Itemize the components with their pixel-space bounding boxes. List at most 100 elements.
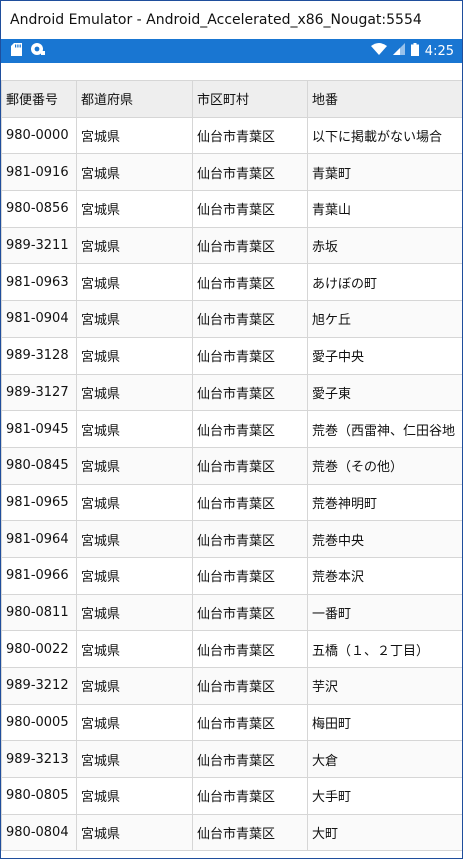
cell-city: 仙台市青葉区 [192,520,308,558]
window-titlebar[interactable]: Android Emulator - Android_Accelerated_x… [1,1,462,39]
cell-address: 愛子東 [307,373,462,412]
cell-address: 青葉町 [307,153,462,192]
cell-postal-code: 989-3211 [1,226,77,265]
column-header-address[interactable]: 地番 [307,80,462,118]
column-header-city[interactable]: 市区町村 [192,80,308,118]
table-row[interactable]: 980-0022 宮城県 仙台市青葉区 五橋（１、２丁目） [1,630,462,668]
cell-prefecture: 宮城県 [76,593,193,632]
cell-prefecture: 宮城県 [76,263,193,302]
cell-prefecture: 宮城県 [76,520,193,558]
emulator-window: Android Emulator - Android_Accelerated_x… [0,0,463,859]
cell-address: 荒巻（西雷神、仁田谷地 [307,410,462,448]
table-row[interactable]: 981-0963 宮城県 仙台市青葉区 あけぼの町 [1,263,462,302]
table-row[interactable]: 980-0005 宮城県 仙台市青葉区 梅田町 [1,703,462,742]
cell-postal-code: 980-0805 [1,777,77,815]
postal-code-table: 郵便番号 都道府県 市区町村 地番 980-0000 宮城県 仙台市青葉区 以下に掲載… [1,80,462,852]
cell-city: 仙台市青葉区 [192,777,308,815]
cell-address: 愛子中央 [307,336,462,375]
cell-prefecture: 宮城県 [76,777,193,815]
cell-prefecture: 宮城県 [76,667,193,705]
cell-postal-code: 989-3212 [1,667,77,705]
cell-address: 一番町 [307,593,462,632]
app-header-spacer [1,63,462,80]
cell-city: 仙台市青葉区 [192,483,308,522]
cell-address: 梅田町 [307,703,462,742]
cell-address: 大手町 [307,777,462,815]
cell-city: 仙台市青葉区 [192,263,308,302]
cell-postal-code: 981-0966 [1,556,77,595]
cell-postal-code: 980-0005 [1,703,77,742]
cell-city: 仙台市青葉区 [192,740,308,779]
cell-address: あけぼの町 [307,263,462,302]
cell-city: 仙台市青葉区 [192,446,308,485]
cell-postal-code: 981-0965 [1,483,77,522]
battery-icon [410,42,419,60]
table-header-row: 郵便番号 都道府県 市区町村 地番 [1,80,462,118]
cell-postal-code: 981-0904 [1,300,77,338]
cell-address: 旭ケ丘 [307,300,462,338]
table-row[interactable]: 989-3212 宮城県 仙台市青葉区 芋沢 [1,667,462,705]
android-status-bar: 4:25 [1,39,462,63]
cell-address: 赤坂 [307,226,462,265]
cell-postal-code: 981-0963 [1,263,77,302]
table-row[interactable]: 981-0966 宮城県 仙台市青葉区 荒巻本沢 [1,556,462,595]
table-row[interactable]: 981-0965 宮城県 仙台市青葉区 荒巻神明町 [1,483,462,522]
table-row[interactable]: 980-0000 宮城県 仙台市青葉区 以下に掲載がない場合 [1,116,462,155]
cell-prefecture: 宮城県 [76,483,193,522]
sd-card-icon [11,42,22,60]
cell-city: 仙台市青葉区 [192,667,308,705]
wifi-icon [370,43,387,59]
cell-address: 青葉山 [307,190,462,228]
cell-city: 仙台市青葉区 [192,813,308,852]
column-header-postal-code[interactable]: 郵便番号 [1,80,77,118]
cell-prefecture: 宮城県 [76,116,193,155]
cell-postal-code: 989-3128 [1,336,77,375]
table-row[interactable]: 989-3211 宮城県 仙台市青葉区 赤坂 [1,226,462,265]
cell-postal-code: 981-0964 [1,520,77,558]
cell-prefecture: 宮城県 [76,336,193,375]
window-title: Android Emulator - Android_Accelerated_x… [10,12,422,28]
cell-address: 荒巻神明町 [307,483,462,522]
cell-prefecture: 宮城県 [76,703,193,742]
cell-city: 仙台市青葉区 [192,153,308,192]
table-row[interactable]: 980-0805 宮城県 仙台市青葉区 大手町 [1,777,462,815]
table-row[interactable]: 989-3128 宮城県 仙台市青葉区 愛子中央 [1,336,462,375]
table-row[interactable]: 980-0856 宮城県 仙台市青葉区 青葉山 [1,190,462,228]
table-row[interactable]: 980-0811 宮城県 仙台市青葉区 一番町 [1,593,462,632]
cell-postal-code: 981-0945 [1,410,77,448]
cell-prefecture: 宮城県 [76,630,193,668]
cell-city: 仙台市青葉区 [192,190,308,228]
cell-postal-code: 989-3127 [1,373,77,412]
cell-postal-code: 980-0804 [1,813,77,852]
column-header-prefecture[interactable]: 都道府県 [76,80,193,118]
cell-city: 仙台市青葉区 [192,556,308,595]
cell-prefecture: 宮城県 [76,410,193,448]
table-row[interactable]: 989-3127 宮城県 仙台市青葉区 愛子東 [1,373,462,412]
cell-prefecture: 宮城県 [76,373,193,412]
cell-prefecture: 宮城県 [76,300,193,338]
table-row[interactable]: 981-0916 宮城県 仙台市青葉区 青葉町 [1,153,462,192]
table-row[interactable]: 981-0964 宮城県 仙台市青葉区 荒巻中央 [1,520,462,558]
table-row[interactable]: 981-0945 宮城県 仙台市青葉区 荒巻（西雷神、仁田谷地 [1,410,462,448]
cell-postal-code: 981-0916 [1,153,77,192]
cell-postal-code: 980-0000 [1,116,77,155]
cell-postal-code: 989-3213 [1,740,77,779]
cell-city: 仙台市青葉区 [192,226,308,265]
table-row[interactable]: 980-0804 宮城県 仙台市青葉区 大町 [1,813,462,852]
cell-signal-icon [392,43,405,59]
table-row[interactable]: 989-3213 宮城県 仙台市青葉区 大倉 [1,740,462,779]
cell-address: 荒巻本沢 [307,556,462,595]
table-row[interactable]: 981-0904 宮城県 仙台市青葉区 旭ケ丘 [1,300,462,338]
cell-city: 仙台市青葉区 [192,593,308,632]
cell-city: 仙台市青葉区 [192,336,308,375]
table-row[interactable]: 980-0845 宮城県 仙台市青葉区 荒巻（その他） [1,446,462,485]
cell-city: 仙台市青葉区 [192,116,308,155]
cell-city: 仙台市青葉区 [192,630,308,668]
cell-address: 大倉 [307,740,462,779]
app-notification-icon [30,42,45,60]
cell-city: 仙台市青葉区 [192,373,308,412]
status-time: 4:25 [424,43,454,59]
cell-address: 五橋（１、２丁目） [307,630,462,668]
cell-postal-code: 980-0856 [1,190,77,228]
cell-postal-code: 980-0845 [1,446,77,485]
